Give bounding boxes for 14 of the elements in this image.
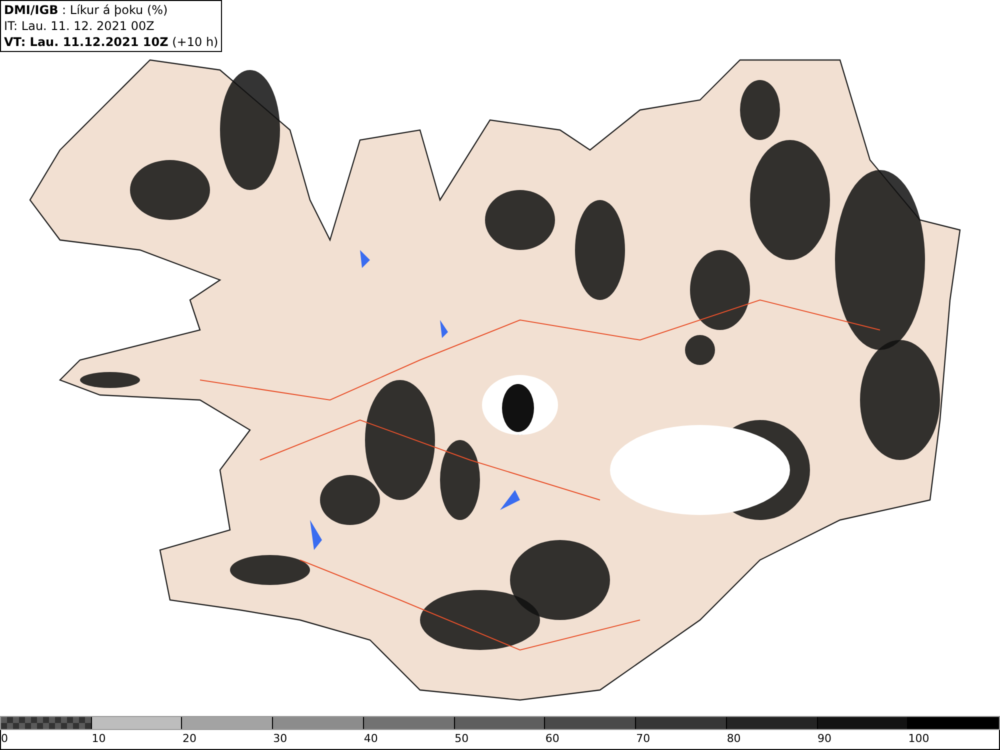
map-title-line: VT: Lau. 11.12.2021 10Z (+10 h) (4, 34, 218, 50)
map-title-line: IT: Lau. 11. 12. 2021 00Z (4, 18, 156, 34)
legend-label: 10 (92, 731, 106, 747)
map-title-line: DMI/IGB : Líkur á þoku (%) (4, 2, 169, 18)
legend-label: 0 (1, 731, 8, 747)
legend-label: 30 (273, 731, 288, 747)
legend-label: 80 (726, 731, 741, 747)
legend-label: 100 (908, 731, 930, 747)
legend-label: 90 (818, 731, 832, 747)
legend-label: 40 (364, 731, 378, 747)
legend-label: 70 (636, 731, 650, 747)
legend-label: 50 (454, 731, 469, 747)
legend-label: 60 (545, 731, 560, 747)
legend-label: 20 (182, 731, 196, 747)
